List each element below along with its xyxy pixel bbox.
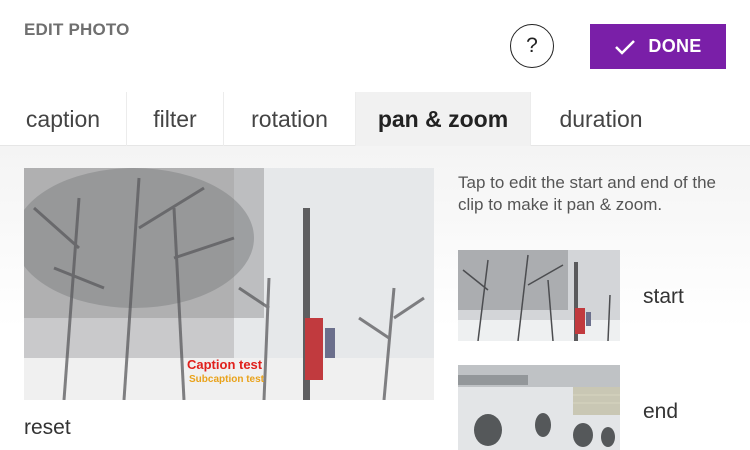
pan-zoom-panel: Caption test Subcaption test reset Tap t… xyxy=(0,146,750,450)
end-label: end xyxy=(643,400,679,423)
subcaption-overlay: Subcaption test xyxy=(189,374,265,385)
tab-filter[interactable]: filter xyxy=(127,92,224,146)
tab-caption[interactable]: caption xyxy=(0,92,127,146)
done-button[interactable]: DONE xyxy=(590,24,726,69)
page-title: EDIT PHOTO xyxy=(24,20,130,39)
tab-bar: caption filter rotation pan & zoom durat… xyxy=(0,92,750,146)
help-icon: ? xyxy=(526,34,538,57)
tab-duration[interactable]: duration xyxy=(531,92,671,146)
end-frame-image xyxy=(458,365,620,450)
photo-preview[interactable]: Caption test Subcaption test xyxy=(24,168,434,400)
tab-pan-zoom[interactable]: pan & zoom xyxy=(356,92,531,146)
tab-rotation[interactable]: rotation xyxy=(224,92,356,146)
start-label: start xyxy=(643,285,684,308)
reset-button[interactable]: reset xyxy=(24,416,71,440)
done-label: DONE xyxy=(648,36,702,56)
start-frame-image xyxy=(458,250,620,341)
start-thumbnail[interactable] xyxy=(458,250,620,341)
end-thumbnail[interactable] xyxy=(458,365,620,450)
caption-overlay: Caption test xyxy=(187,357,263,372)
help-button[interactable]: ? xyxy=(510,24,554,68)
checkmark-icon xyxy=(614,39,636,55)
instructions-text: Tap to edit the start and end of the cli… xyxy=(458,173,717,214)
